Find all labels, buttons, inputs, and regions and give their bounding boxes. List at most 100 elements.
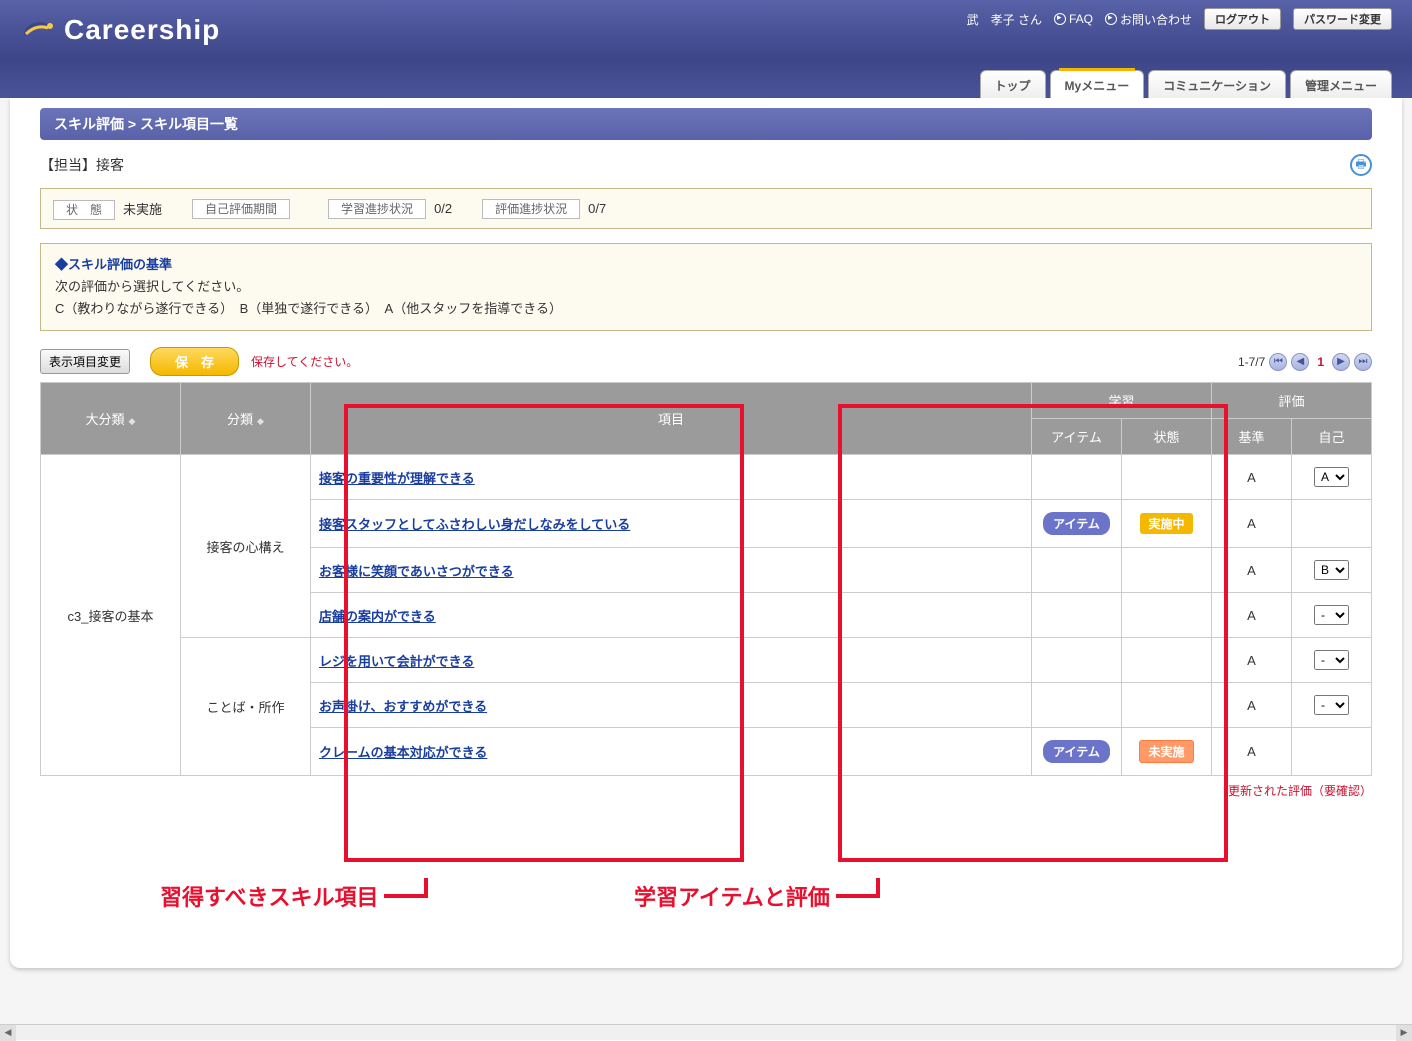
major-cell: c3_接客の基本 bbox=[41, 455, 181, 776]
tab-admin[interactable]: 管理メニュー bbox=[1290, 70, 1392, 98]
criteria-line1: 次の評価から選択してください。 bbox=[55, 276, 1357, 298]
logout-button[interactable]: ログアウト bbox=[1204, 8, 1281, 30]
state-value: 未実施 bbox=[123, 202, 162, 217]
callout-label-right: 学習アイテムと評価 bbox=[634, 880, 880, 912]
skill-table: 大分類◆ 分類◆ 項目 学習 評価 アイテム 状態 基準 自己 c3_接客の基本… bbox=[40, 382, 1372, 776]
item-badge[interactable]: アイテム bbox=[1043, 740, 1110, 763]
item-cell: お声掛け、おすすめができる bbox=[311, 683, 1032, 728]
learn-status-cell bbox=[1122, 455, 1212, 500]
change-columns-button[interactable]: 表示項目変更 bbox=[40, 349, 130, 374]
pager-last-icon[interactable]: ⏭ bbox=[1354, 353, 1372, 371]
base-cell: A bbox=[1212, 638, 1292, 683]
logo-icon bbox=[20, 12, 56, 48]
pager-prev-icon[interactable]: ◀ bbox=[1291, 353, 1309, 371]
item-link[interactable]: クレームの基本対応ができる bbox=[319, 745, 487, 760]
item-cell: レジを用いて会計ができる bbox=[311, 638, 1032, 683]
status-badge: 未実施 bbox=[1139, 740, 1193, 763]
item-link[interactable]: レジを用いて会計ができる bbox=[319, 654, 474, 669]
item-cell: 接客の重要性が理解できる bbox=[311, 455, 1032, 500]
page-range: 1-7/7 bbox=[1238, 355, 1265, 369]
self-cell: -ABC bbox=[1292, 455, 1372, 500]
password-change-button[interactable]: パスワード変更 bbox=[1293, 8, 1392, 30]
learn-item-cell bbox=[1032, 593, 1122, 638]
base-cell: A bbox=[1212, 455, 1292, 500]
scroll-right-icon[interactable]: ▶ bbox=[1396, 1025, 1412, 1041]
criteria-title: ◆スキル評価の基準 bbox=[55, 254, 1357, 276]
learn-item-cell bbox=[1032, 455, 1122, 500]
item-cell: お客様に笑顔であいさつができる bbox=[311, 548, 1032, 593]
self-select[interactable]: -ABC bbox=[1314, 560, 1349, 580]
item-cell: 店舗の案内ができる bbox=[311, 593, 1032, 638]
learn-item-cell bbox=[1032, 548, 1122, 593]
arrow-icon bbox=[1105, 13, 1117, 25]
logo-text: Careership bbox=[64, 14, 220, 46]
logo: Careership bbox=[20, 12, 220, 48]
criteria-line2: C（教わりながら遂行できる） B（単独で遂行できる） A（他スタッフを指導できる… bbox=[55, 298, 1357, 320]
table-row: c3_接客の基本接客の心構え接客の重要性が理解できるA-ABC bbox=[41, 455, 1372, 500]
self-cell bbox=[1292, 728, 1372, 776]
base-cell: A bbox=[1212, 500, 1292, 548]
self-cell: -ABC bbox=[1292, 683, 1372, 728]
learn-status-cell: 実施中 bbox=[1122, 500, 1212, 548]
self-select[interactable]: -ABC bbox=[1314, 695, 1349, 715]
top-links: 武 孝子 さん FAQ お問い合わせ ログアウト パスワード変更 bbox=[967, 8, 1392, 30]
th-learn-item: アイテム bbox=[1032, 419, 1122, 455]
print-icon[interactable]: 🖶 bbox=[1350, 154, 1372, 176]
th-eval: 評価 bbox=[1212, 383, 1372, 419]
th-eval-self: 自己 bbox=[1292, 419, 1372, 455]
th-item[interactable]: 項目 bbox=[311, 383, 1032, 455]
pager: 1-7/7 ⏮ ◀ 1 ▶ ⏭ bbox=[1238, 353, 1372, 371]
item-link[interactable]: 接客の重要性が理解できる bbox=[319, 471, 475, 486]
learn-item-cell: アイテム bbox=[1032, 728, 1122, 776]
table-row: ことば・所作レジを用いて会計ができるA-ABC bbox=[41, 638, 1372, 683]
item-link[interactable]: 店舗の案内ができる bbox=[319, 609, 436, 624]
tab-top[interactable]: トップ bbox=[980, 70, 1046, 98]
contact-link[interactable]: お問い合わせ bbox=[1105, 11, 1192, 28]
progress-value: 0/2 bbox=[434, 201, 452, 216]
self-cell: -ABC bbox=[1292, 638, 1372, 683]
self-cell: -ABC bbox=[1292, 593, 1372, 638]
status-box: 状 態未実施 自己評価期間 学習進捗状況0/2 評価進捗状況0/7 bbox=[40, 188, 1372, 229]
callout-label-left: 習得すべきスキル項目 bbox=[160, 880, 428, 912]
th-learn-status: 状態 bbox=[1122, 419, 1212, 455]
eval-progress-value: 0/7 bbox=[588, 201, 606, 216]
arrow-icon bbox=[1054, 13, 1066, 25]
item-link[interactable]: 接客スタッフとしてふさわしい身だしなみをしている bbox=[319, 517, 630, 532]
self-select[interactable]: -ABC bbox=[1314, 650, 1349, 670]
self-cell bbox=[1292, 500, 1372, 548]
tab-row: トップ Myメニュー コミュニケーション 管理メニュー bbox=[0, 60, 1412, 98]
th-learn: 学習 bbox=[1032, 383, 1212, 419]
learn-item-cell: アイテム bbox=[1032, 500, 1122, 548]
eval-progress-label: 評価進捗状況 bbox=[482, 199, 580, 219]
horizontal-scrollbar[interactable]: ◀ ▶ bbox=[0, 1024, 1412, 1040]
save-hint: 保存してください。 bbox=[251, 353, 358, 370]
learn-status-cell bbox=[1122, 548, 1212, 593]
item-badge[interactable]: アイテム bbox=[1043, 512, 1110, 535]
toolbar: 表示項目変更 保 存 保存してください。 1-7/7 ⏮ ◀ 1 ▶ ⏭ bbox=[40, 347, 1372, 376]
save-button[interactable]: 保 存 bbox=[150, 347, 239, 376]
item-cell: 接客スタッフとしてふさわしい身だしなみをしている bbox=[311, 500, 1032, 548]
content: スキル評価 > スキル項目一覧 【担当】接客 🖶 状 態未実施 自己評価期間 学… bbox=[10, 98, 1402, 968]
header-bar: Careership 武 孝子 さん FAQ お問い合わせ ログアウト パスワー… bbox=[0, 0, 1412, 60]
breadcrumb: スキル評価 > スキル項目一覧 bbox=[40, 108, 1372, 140]
faq-link[interactable]: FAQ bbox=[1054, 12, 1093, 26]
pager-first-icon[interactable]: ⏮ bbox=[1269, 353, 1287, 371]
pager-next-icon[interactable]: ▶ bbox=[1332, 353, 1350, 371]
learn-item-cell bbox=[1032, 683, 1122, 728]
criteria-box: ◆スキル評価の基準 次の評価から選択してください。 C（教わりながら遂行できる）… bbox=[40, 243, 1372, 331]
item-link[interactable]: お客様に笑顔であいさつができる bbox=[319, 564, 514, 579]
tab-my-menu[interactable]: Myメニュー bbox=[1050, 70, 1145, 98]
minor-cell: ことば・所作 bbox=[181, 638, 311, 776]
th-major[interactable]: 大分類◆ bbox=[41, 383, 181, 455]
scroll-left-icon[interactable]: ◀ bbox=[0, 1025, 16, 1041]
base-cell: A bbox=[1212, 548, 1292, 593]
self-select[interactable]: -ABC bbox=[1314, 467, 1349, 487]
item-link[interactable]: お声掛け、おすすめができる bbox=[319, 699, 487, 714]
th-minor[interactable]: 分類◆ bbox=[181, 383, 311, 455]
tab-communication[interactable]: コミュニケーション bbox=[1148, 70, 1286, 98]
th-eval-base: 基準 bbox=[1212, 419, 1292, 455]
learn-status-cell bbox=[1122, 593, 1212, 638]
user-greeting: 武 孝子 さん bbox=[967, 11, 1042, 28]
base-cell: A bbox=[1212, 683, 1292, 728]
self-select[interactable]: -ABC bbox=[1314, 605, 1349, 625]
